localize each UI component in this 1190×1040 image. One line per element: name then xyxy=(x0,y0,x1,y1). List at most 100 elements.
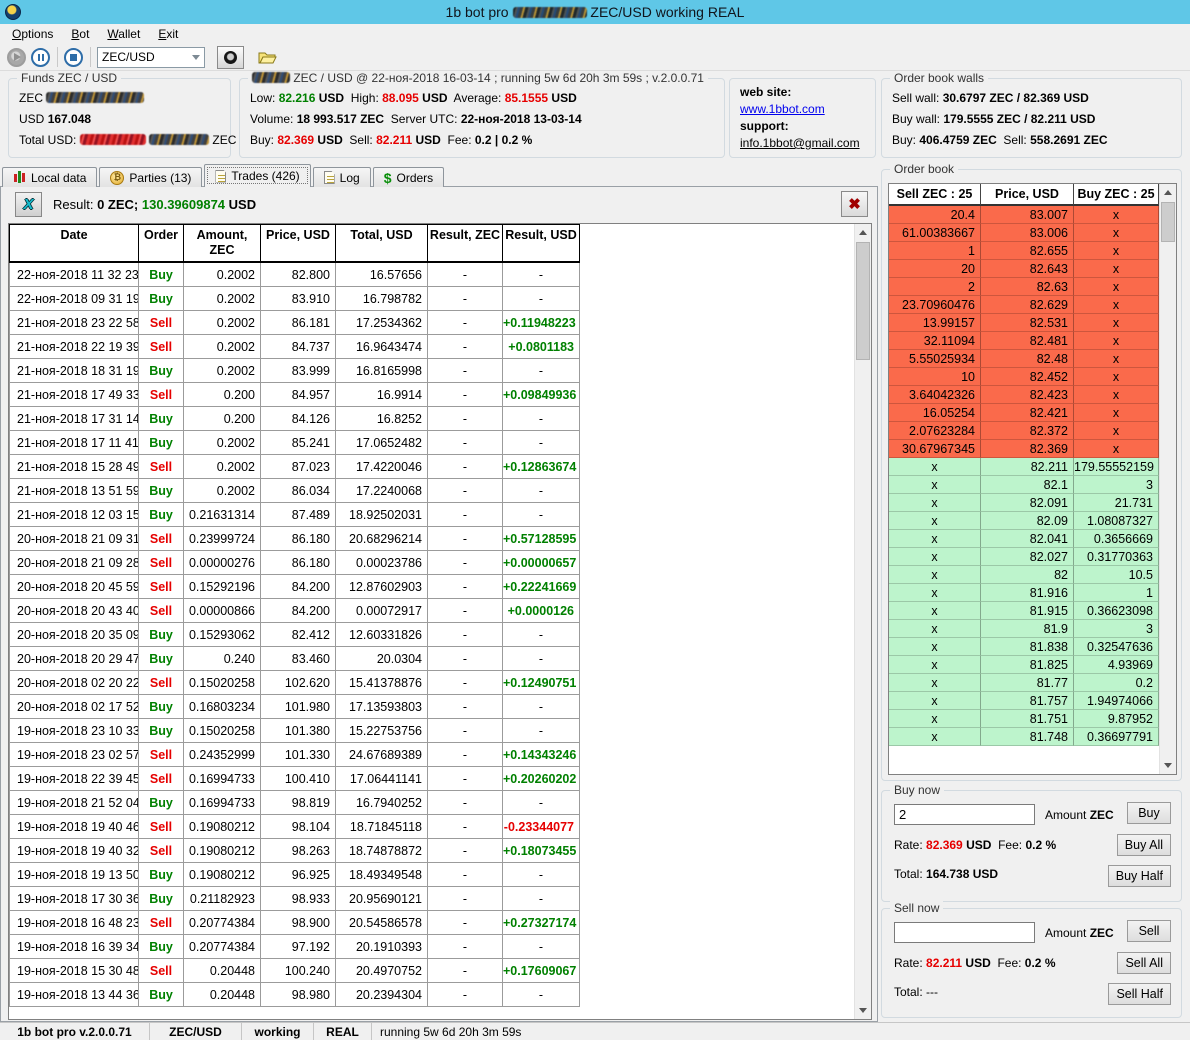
trade-order[interactable]: Buy xyxy=(139,503,184,527)
ob-buy-amount[interactable]: 3 xyxy=(1074,476,1159,494)
trade-result-usd[interactable]: +0.20260202 xyxy=(503,767,580,791)
trade-result-usd[interactable]: - xyxy=(503,263,580,287)
trade-price[interactable]: 86.180 xyxy=(261,527,336,551)
trade-result-usd[interactable]: - xyxy=(503,623,580,647)
ob-buy-amount[interactable]: 4.93969 xyxy=(1074,656,1159,674)
trade-result-usd[interactable]: +0.14343246 xyxy=(503,743,580,767)
trade-result-zec[interactable]: - xyxy=(428,335,503,359)
buy-half-button[interactable]: Buy Half xyxy=(1108,865,1171,887)
ob-price[interactable]: 82.63 xyxy=(981,278,1074,296)
ob-placeholder[interactable]: x xyxy=(1074,242,1159,260)
trade-result-usd[interactable]: - xyxy=(503,983,580,1007)
ob-sell-amount[interactable]: 23.70960476 xyxy=(889,296,981,314)
trade-amount[interactable]: 0.2002 xyxy=(184,479,261,503)
trade-result-zec[interactable]: - xyxy=(428,311,503,335)
ob-column-header-buy-zec-25[interactable]: Buy ZEC : 25 xyxy=(1074,184,1159,206)
trade-total[interactable]: 12.87602903 xyxy=(336,575,428,599)
trade-total[interactable]: 20.1910393 xyxy=(336,935,428,959)
trade-result-zec[interactable]: - xyxy=(428,695,503,719)
trade-order[interactable]: Buy xyxy=(139,287,184,311)
trade-result-zec[interactable]: - xyxy=(428,647,503,671)
trade-amount[interactable]: 0.23999724 xyxy=(184,527,261,551)
trade-result-usd[interactable]: - xyxy=(503,863,580,887)
trade-amount[interactable]: 0.20448 xyxy=(184,959,261,983)
trade-total[interactable]: 0.00023786 xyxy=(336,551,428,575)
ob-placeholder[interactable]: x xyxy=(889,710,981,728)
ob-price[interactable]: 82.423 xyxy=(981,386,1074,404)
trade-price[interactable]: 84.200 xyxy=(261,599,336,623)
ob-buy-amount[interactable]: 21.731 xyxy=(1074,494,1159,512)
trade-price[interactable]: 87.023 xyxy=(261,455,336,479)
trade-order[interactable]: Sell xyxy=(139,575,184,599)
trade-total[interactable]: 17.2534362 xyxy=(336,311,428,335)
trade-date[interactable]: 19-ноя-2018 19 13 50 xyxy=(9,863,139,887)
trade-order[interactable]: Sell xyxy=(139,383,184,407)
trade-order[interactable]: Buy xyxy=(139,479,184,503)
trade-amount[interactable]: 0.00000276 xyxy=(184,551,261,575)
ob-buy-amount[interactable]: 1.94974066 xyxy=(1074,692,1159,710)
trade-date[interactable]: 21-ноя-2018 17 49 33 xyxy=(9,383,139,407)
ob-placeholder[interactable]: x xyxy=(1074,278,1159,296)
ob-price[interactable]: 83.007 xyxy=(981,206,1074,224)
trade-total[interactable]: 20.68296214 xyxy=(336,527,428,551)
trade-result-usd[interactable]: +0.27327174 xyxy=(503,911,580,935)
trade-amount[interactable]: 0.16994733 xyxy=(184,791,261,815)
trade-total[interactable]: 17.2240068 xyxy=(336,479,428,503)
tab-log[interactable]: Log xyxy=(313,167,371,187)
trade-result-zec[interactable]: - xyxy=(428,623,503,647)
trade-result-zec[interactable]: - xyxy=(428,887,503,911)
column-header-result-zec[interactable]: Result, ZEC xyxy=(428,224,503,263)
trade-order[interactable]: Sell xyxy=(139,743,184,767)
open-folder-icon[interactable] xyxy=(258,50,277,65)
trade-amount[interactable]: 0.2002 xyxy=(184,431,261,455)
buy-amount-input[interactable] xyxy=(894,804,1035,825)
trade-total[interactable]: 18.74878872 xyxy=(336,839,428,863)
trade-amount[interactable]: 0.240 xyxy=(184,647,261,671)
trade-result-zec[interactable]: - xyxy=(428,791,503,815)
trade-result-usd[interactable]: - xyxy=(503,935,580,959)
ob-price[interactable]: 82.421 xyxy=(981,404,1074,422)
trade-amount[interactable]: 0.2002 xyxy=(184,359,261,383)
ob-placeholder[interactable]: x xyxy=(1074,350,1159,368)
trade-date[interactable]: 22-ноя-2018 11 32 23 xyxy=(9,263,139,287)
trade-price[interactable]: 86.181 xyxy=(261,311,336,335)
trade-total[interactable]: 18.49349548 xyxy=(336,863,428,887)
trade-total[interactable]: 16.9914 xyxy=(336,383,428,407)
trade-date[interactable]: 21-ноя-2018 13 51 59 xyxy=(9,479,139,503)
support-email-link[interactable]: info.1bbot@gmail.com xyxy=(740,136,860,150)
ob-placeholder[interactable]: x xyxy=(889,530,981,548)
tab-trades-426[interactable]: Trades (426) xyxy=(204,164,310,187)
trade-order[interactable]: Sell xyxy=(139,671,184,695)
trade-amount[interactable]: 0.00000866 xyxy=(184,599,261,623)
trade-result-zec[interactable]: - xyxy=(428,431,503,455)
close-results-button[interactable]: ✖ xyxy=(841,191,868,217)
ob-placeholder[interactable]: x xyxy=(1074,296,1159,314)
trade-total[interactable]: 12.60331826 xyxy=(336,623,428,647)
ob-placeholder[interactable]: x xyxy=(889,494,981,512)
scroll-down-arrow[interactable] xyxy=(855,1002,871,1019)
trade-order[interactable]: Buy xyxy=(139,623,184,647)
trade-date[interactable]: 20-ноя-2018 21 09 31 xyxy=(9,527,139,551)
trade-amount[interactable]: 0.20774384 xyxy=(184,911,261,935)
trade-amount[interactable]: 0.21182923 xyxy=(184,887,261,911)
trade-result-usd[interactable]: - xyxy=(503,791,580,815)
ob-price[interactable]: 81.77 xyxy=(981,674,1074,692)
ob-buy-amount[interactable]: 1.08087327 xyxy=(1074,512,1159,530)
ob-price[interactable]: 82.09 xyxy=(981,512,1074,530)
trade-total[interactable]: 17.13593803 xyxy=(336,695,428,719)
trade-result-usd[interactable]: +0.00000657 xyxy=(503,551,580,575)
trade-result-usd[interactable]: - xyxy=(503,647,580,671)
ob-sell-amount[interactable]: 2.07623284 xyxy=(889,422,981,440)
column-header-total-usd[interactable]: Total, USD xyxy=(336,224,428,263)
website-link[interactable]: www.1bbot.com xyxy=(740,102,825,116)
trade-order[interactable]: Buy xyxy=(139,791,184,815)
ob-sell-amount[interactable]: 30.67967345 xyxy=(889,440,981,458)
trade-result-usd[interactable]: - xyxy=(503,287,580,311)
trade-date[interactable]: 20-ноя-2018 21 09 28 xyxy=(9,551,139,575)
trade-date[interactable]: 21-ноя-2018 12 03 15 xyxy=(9,503,139,527)
trade-amount[interactable]: 0.21631314 xyxy=(184,503,261,527)
scroll-thumb[interactable] xyxy=(1161,202,1175,242)
ob-price[interactable]: 82.211 xyxy=(981,458,1074,476)
trade-date[interactable]: 21-ноя-2018 22 19 39 xyxy=(9,335,139,359)
trade-price[interactable]: 101.330 xyxy=(261,743,336,767)
